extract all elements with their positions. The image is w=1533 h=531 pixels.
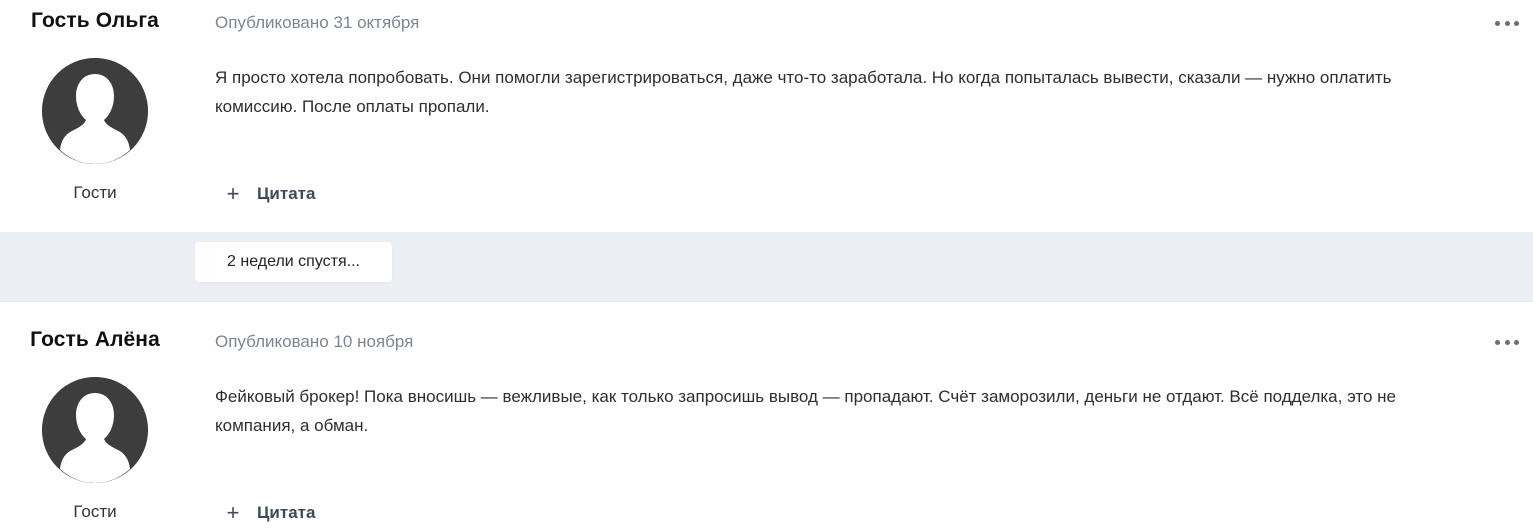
time-gap-separator: 2 недели спустя... (0, 232, 1533, 302)
quote-label: Цитата (257, 184, 316, 203)
post-date[interactable]: Опубликовано 10 ноября (215, 332, 413, 352)
author-name[interactable]: Гость Ольга (0, 9, 190, 33)
user-group-label: Гости (73, 502, 117, 521)
plus-icon: + (226, 500, 240, 525)
quote-button[interactable]: + Цитата (222, 181, 316, 206)
user-silhouette-icon[interactable] (42, 377, 148, 483)
user-silhouette-icon[interactable] (42, 58, 148, 164)
quote-button[interactable]: + Цитата (222, 500, 316, 525)
post-text-line: компания, а обман. (215, 416, 369, 435)
user-group-label: Гости (73, 183, 117, 202)
quote-label: Цитата (257, 503, 316, 522)
post: Гость Ольга Гости Опубликовано 31 октябр… (0, 0, 1533, 232)
time-gap-label: 2 недели спустя... (195, 242, 392, 282)
post-text-line: Я просто хотела попробовать. Они помогли… (215, 68, 1392, 87)
ellipsis-icon[interactable] (1495, 337, 1519, 347)
post-content: Фейковый брокер! Пока вносишь — вежливые… (215, 382, 1515, 440)
post-text-line: комиссию. После оплаты пропали. (215, 97, 490, 116)
post-content: Я просто хотела попробовать. Они помогли… (215, 63, 1515, 121)
ellipsis-icon[interactable] (1495, 18, 1519, 28)
plus-icon: + (226, 181, 240, 206)
post-text-line: Фейковый брокер! Пока вносишь — вежливые… (215, 387, 1397, 406)
post: Гость Алёна Гости Опубликовано 10 ноября… (0, 302, 1533, 531)
author-name[interactable]: Гость Алёна (0, 328, 190, 352)
post-date[interactable]: Опубликовано 31 октября (215, 13, 419, 33)
